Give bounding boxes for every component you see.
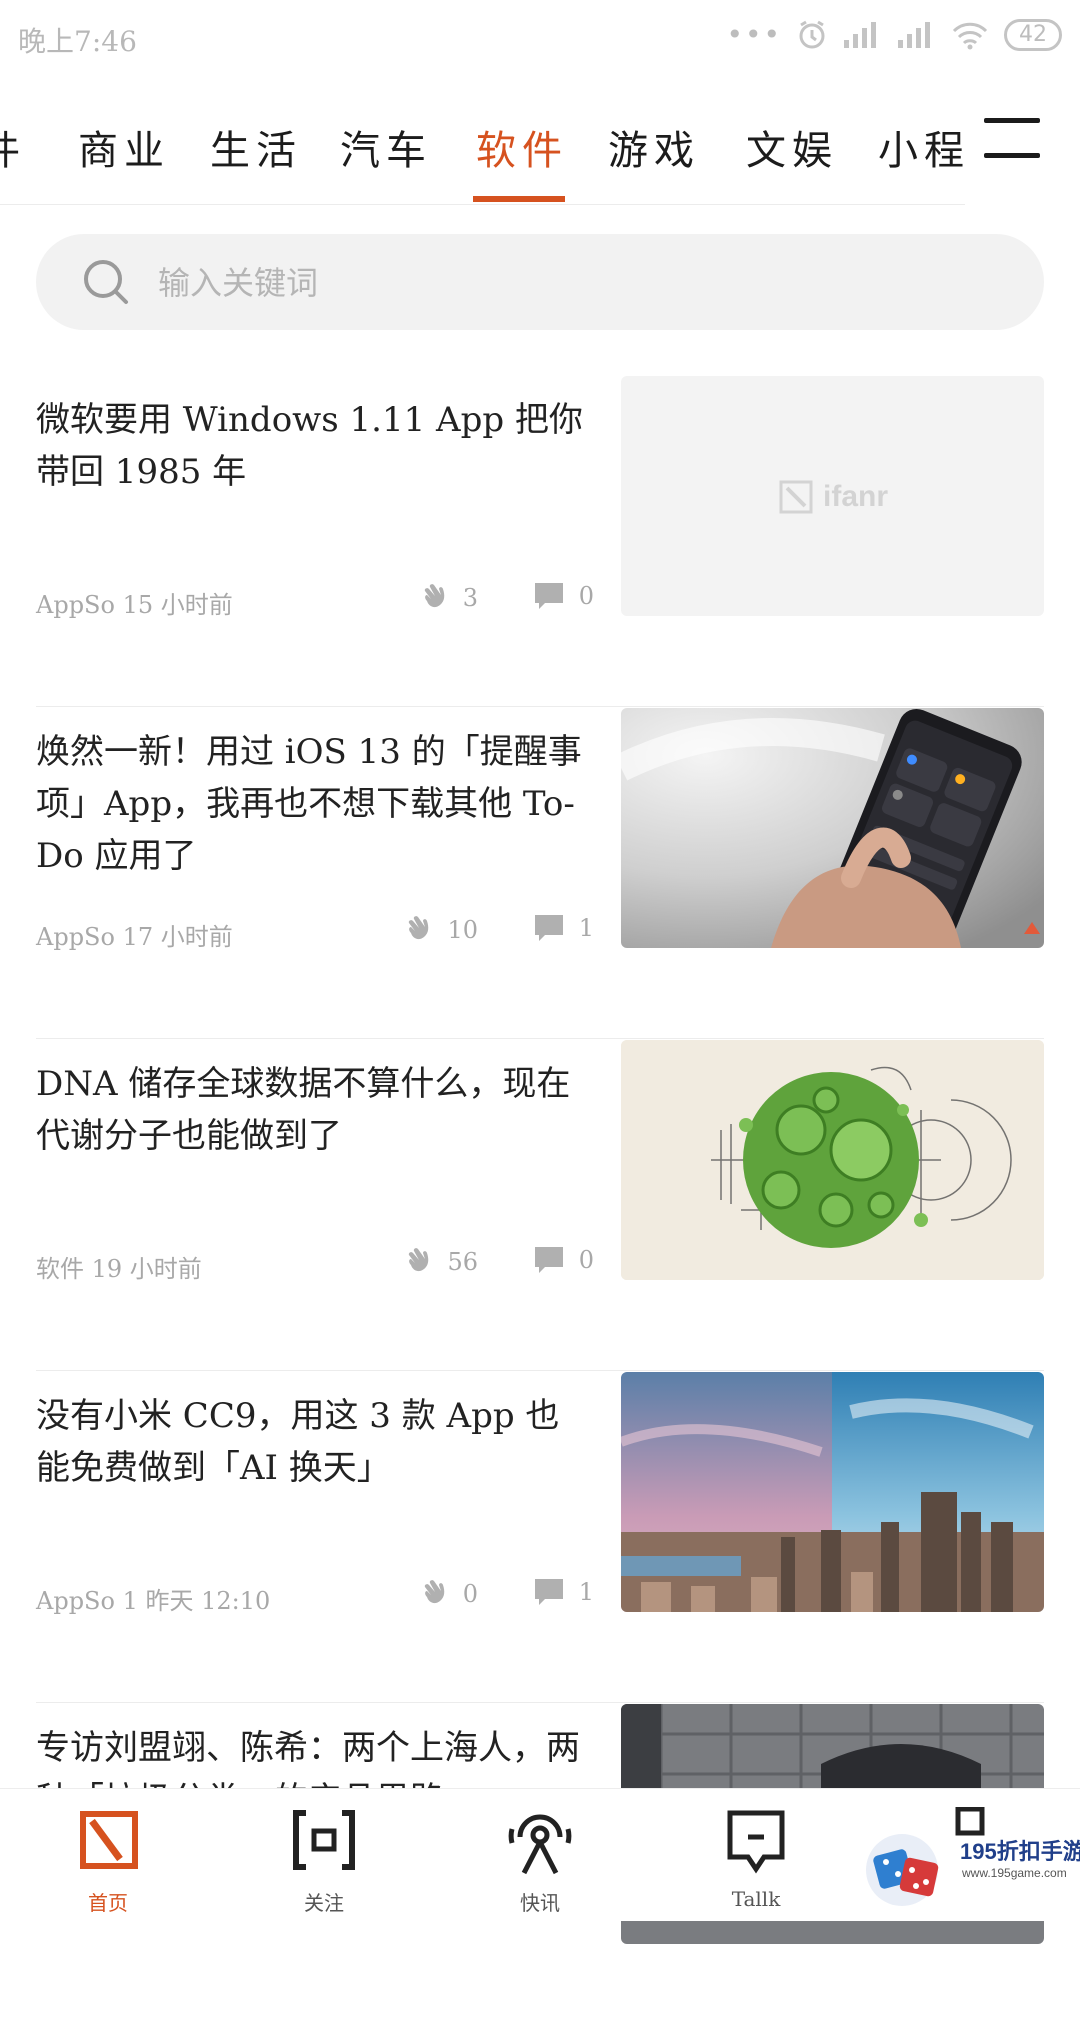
- likes-count: 56: [447, 1248, 478, 1276]
- city-sky-image: [621, 1372, 1044, 1612]
- phone-in-hand-image: [621, 708, 1044, 948]
- molecule-globe-illustration: [621, 1040, 1044, 1280]
- comment-icon: [534, 1579, 563, 1605]
- article-meta: AppSo 17 小时前 10 1: [36, 913, 596, 953]
- search-bar[interactable]: [36, 234, 1044, 330]
- comments-count: 1: [578, 1578, 594, 1606]
- clap-icon: [409, 1248, 429, 1272]
- watermark-text: 195折扣手游: [960, 1839, 1080, 1864]
- tab-auto[interactable]: 汽车: [340, 118, 432, 176]
- nav-follow-label: 关注: [304, 1891, 344, 1915]
- status-bar: 晚上7:46 ••• 42: [0, 0, 1080, 76]
- likes-count: 0: [462, 1580, 478, 1608]
- likes[interactable]: 0: [419, 1577, 478, 1611]
- wifi-icon: [952, 22, 988, 49]
- comments[interactable]: 1: [533, 1577, 594, 1607]
- follow-bracket-icon: [293, 1810, 355, 1870]
- tab-games[interactable]: 游戏: [608, 118, 700, 176]
- search-icon: [84, 260, 128, 304]
- watermark-url: www.195game.com: [962, 1866, 1067, 1880]
- alarm-icon: [799, 20, 825, 48]
- tab-software[interactable]: 软件: [476, 118, 568, 176]
- nav-home-label: 首页: [88, 1891, 128, 1915]
- clap-icon: [409, 916, 429, 940]
- likes-count: 10: [447, 916, 478, 944]
- comments-count: 1: [578, 914, 594, 942]
- article-source: AppSo 1 昨天 12:10: [36, 1587, 271, 1615]
- clap-icon: [424, 584, 444, 608]
- nav-follow[interactable]: 关注: [264, 1807, 384, 1916]
- article-meta: AppSo 15 小时前 3 0: [36, 581, 596, 621]
- article-source: AppSo 17 小时前: [36, 923, 233, 951]
- article-card[interactable]: 微软要用 Windows 1.11 App 把你带回 1985 年 AppSo …: [36, 376, 1044, 707]
- status-icons: ••• 42: [726, 18, 1062, 51]
- status-time: 晚上7:46: [18, 25, 137, 58]
- article-title[interactable]: 焕然一新！用过 iOS 13 的「提醒事项」App，我再也不想下载其他 To-D…: [36, 726, 592, 882]
- article-thumbnail[interactable]: [621, 1040, 1044, 1280]
- comments-count: 0: [578, 1246, 594, 1274]
- article-title[interactable]: DNA 储存全球数据不算什么，现在代谢分子也能做到了: [36, 1058, 592, 1162]
- article-thumbnail[interactable]: [621, 1372, 1044, 1612]
- tab-entertainment[interactable]: 文娱: [746, 118, 838, 176]
- tab-partial-left[interactable]: 件: [0, 118, 26, 176]
- comments[interactable]: 1: [533, 913, 594, 943]
- article-thumbnail[interactable]: [621, 708, 1044, 948]
- article-title[interactable]: 没有小米 CC9，用这 3 款 App 也能免费做到「AI 换天」: [36, 1390, 592, 1494]
- site-watermark: 195折扣手游 www.195game.com: [856, 1820, 1080, 1916]
- likes[interactable]: 10: [403, 913, 478, 947]
- signal-icon: [844, 21, 876, 48]
- likes[interactable]: 56: [403, 1245, 478, 1279]
- likes[interactable]: 3: [419, 581, 478, 615]
- more-dots-icon: •••: [726, 18, 782, 51]
- article-source: 软件 19 小时前: [36, 1255, 202, 1283]
- nav-home[interactable]: 首页: [48, 1807, 168, 1916]
- article-meta: AppSo 1 昨天 12:10 0 1: [36, 1577, 596, 1617]
- comments[interactable]: 0: [533, 1245, 594, 1275]
- home-logo-icon: [80, 1811, 138, 1869]
- search-input[interactable]: [156, 254, 980, 312]
- signal-icon-2: [898, 21, 930, 48]
- article-title[interactable]: 微软要用 Windows 1.11 App 把你带回 1985 年: [36, 394, 592, 498]
- comment-icon: [534, 583, 563, 609]
- category-tabs: 件 商业 生活 汽车 软件 游戏 文娱 小程: [0, 100, 965, 205]
- tab-life[interactable]: 生活: [210, 118, 302, 176]
- comment-icon: [534, 915, 563, 941]
- clap-icon: [424, 1580, 444, 1604]
- active-tab-indicator: [473, 196, 565, 202]
- article-meta: 软件 19 小时前 56 0: [36, 1245, 596, 1285]
- menu-icon[interactable]: [984, 118, 1040, 158]
- likes-count: 3: [462, 584, 478, 612]
- article-card[interactable]: 没有小米 CC9，用这 3 款 App 也能免费做到「AI 换天」 AppSo …: [36, 1372, 1044, 1703]
- article-thumbnail[interactable]: ifanr: [621, 376, 1044, 616]
- battery-indicator: 42: [1004, 18, 1062, 51]
- ifanr-wordmark: ifanr: [823, 480, 889, 513]
- dice-logo-icon: [866, 1834, 939, 1906]
- comments-count: 0: [578, 582, 594, 610]
- nav-talk[interactable]: Tallk: [696, 1807, 816, 1911]
- nav-flash-news[interactable]: 快讯: [480, 1807, 600, 1916]
- article-card[interactable]: DNA 储存全球数据不算什么，现在代谢分子也能做到了 软件 19 小时前 56 …: [36, 1040, 1044, 1371]
- nav-talk-label: Tallk: [731, 1887, 781, 1911]
- nav-flash-news-label: 快讯: [520, 1891, 560, 1915]
- article-card[interactable]: 焕然一新！用过 iOS 13 的「提醒事项」App，我再也不想下载其他 To-D…: [36, 708, 1044, 1039]
- broadcast-tower-icon: [508, 1814, 572, 1875]
- article-source: AppSo 15 小时前: [36, 591, 233, 619]
- tab-mini-programs[interactable]: 小程: [878, 118, 965, 176]
- comments[interactable]: 0: [533, 581, 594, 611]
- tab-business[interactable]: 商业: [78, 118, 170, 176]
- comment-icon: [534, 1247, 563, 1273]
- chat-bubble-icon: [727, 1810, 785, 1874]
